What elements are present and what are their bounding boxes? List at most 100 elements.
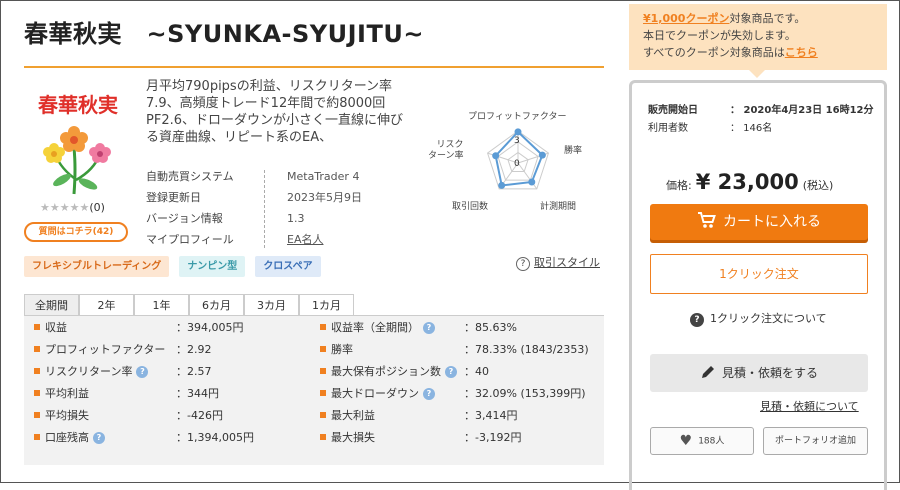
colon: ：	[464, 409, 475, 422]
help-icon[interactable]: ?	[445, 366, 457, 378]
stat-label: 収益	[34, 317, 67, 339]
stat-value-text: 32.09% (153,399円)	[475, 387, 586, 400]
rating-count: (0)	[89, 201, 105, 214]
tab-1-year[interactable]: 1年	[134, 294, 189, 316]
bullet-square-icon	[320, 434, 326, 440]
sale-start-label: 販売開始日	[648, 105, 698, 116]
rating-stars: ★★★★★(0)	[40, 201, 105, 214]
stat-value: ：3,414円	[464, 405, 518, 427]
bullet-square-icon	[320, 412, 326, 418]
colon: ：	[464, 343, 475, 356]
star-icons: ★★★★★	[40, 201, 90, 214]
colon: ：	[176, 343, 187, 356]
help-icon[interactable]: ?	[423, 322, 435, 334]
help-icon[interactable]: ?	[93, 432, 105, 444]
one-click-about-label: 1クリック注文について	[710, 312, 827, 325]
add-to-cart-button[interactable]: カートに入れる	[650, 204, 868, 240]
product-info-table: 自動売買システム MetaTrader 4 登録更新日 2023年5月9日 バージョン情…	[146, 166, 386, 250]
stat-name: 平均損失	[45, 409, 89, 422]
product-description: 月平均790pipsの利益、リスクリターン率7.9、高頻度トレード12年間で約8…	[146, 79, 403, 145]
quote-about-link[interactable]: 見積・依頼について	[760, 398, 859, 414]
help-icon[interactable]: ?	[136, 366, 149, 378]
quote-request-button[interactable]: 見積・依頼をする	[650, 354, 868, 392]
colon: ：	[464, 365, 475, 378]
tab-2-years[interactable]: 2年	[79, 294, 134, 316]
tag-cross-pair[interactable]: クロスペア	[255, 256, 321, 277]
user-count-label: 利用者数	[648, 123, 688, 134]
info-row: 自動売買システム MetaTrader 4	[146, 166, 386, 187]
info-row: マイプロフィール EA名人	[146, 229, 386, 250]
add-to-cart-label: カートに入れる	[723, 214, 821, 230]
info-row: 登録更新日 2023年5月9日	[146, 187, 386, 208]
tag-nanpin[interactable]: ナンピン型	[179, 256, 246, 277]
stat-label: 最大損失	[320, 427, 375, 449]
stat-name: 収益	[45, 321, 67, 334]
tab-1-month[interactable]: 1カ月	[299, 294, 354, 316]
colon: ：	[176, 321, 187, 334]
stat-value-text: 2.57	[187, 365, 212, 378]
question-button[interactable]: 質問はコチラ(42)	[24, 222, 128, 242]
favorite-button[interactable]: ♥ 188人	[650, 427, 754, 455]
bullet-square-icon	[34, 368, 40, 374]
stat-value-text: -426円	[187, 409, 223, 422]
stat-name: 口座残高	[45, 431, 89, 444]
stat-label: リスクリターン率?	[34, 361, 149, 383]
radar-tick-max: 3	[514, 136, 520, 146]
stat-value: ：-426円	[176, 405, 223, 427]
colon: ：	[464, 321, 475, 334]
tab-3-months[interactable]: 3カ月	[244, 294, 299, 316]
price-tax: (税込)	[802, 179, 834, 192]
stat-value-text: 78.33% (1843/2353)	[475, 343, 589, 356]
stat-name: リスクリターン率	[45, 365, 133, 378]
coupon-amount-link[interactable]: ¥1,000クーポン	[643, 12, 729, 25]
stat-value: ：394,005円	[176, 317, 244, 339]
coupon-line1: 対象商品です。	[729, 12, 806, 25]
stat-name: 勝率	[331, 343, 353, 356]
pencil-icon	[701, 365, 714, 378]
radar-tick-min: 0	[514, 159, 520, 169]
stat-name: 最大損失	[331, 431, 375, 444]
title-divider	[24, 66, 604, 68]
radar-label: プロフィットファクター	[468, 112, 567, 122]
stat-value-text: 394,005円	[187, 321, 244, 334]
radar-chart: 3 0 プロフィットファクター 勝率 計測期間 取引回数 リスク ターン率	[428, 108, 606, 220]
radar-label: 勝率	[564, 146, 583, 156]
help-circle-icon: ?	[516, 257, 530, 271]
help-icon[interactable]: ?	[423, 388, 435, 400]
product-image[interactable]: 春華秋実	[24, 88, 132, 196]
bullet-square-icon	[34, 346, 40, 352]
stat-label: 勝率	[320, 339, 353, 361]
info-value: 1.3	[287, 212, 305, 225]
product-image-title: 春華秋実	[37, 93, 118, 117]
coupon-list-link[interactable]: こちら	[785, 46, 818, 59]
coupon-line2: 本日でクーポンが失効します。	[643, 29, 796, 42]
user-count-value: ： 146名	[730, 123, 773, 134]
colon: ：	[464, 387, 475, 400]
one-click-order-button[interactable]: 1クリック注文	[650, 254, 868, 294]
stat-name: 最大保有ポジション数	[331, 365, 441, 378]
radar-point	[498, 181, 506, 189]
profile-link[interactable]: EA名人	[287, 229, 323, 250]
one-click-about-link[interactable]: ? 1クリック注文について	[690, 310, 827, 327]
stat-name: 最大利益	[331, 409, 375, 422]
stat-value: ：344円	[176, 383, 219, 405]
info-key: マイプロフィール	[146, 233, 234, 246]
help-circle-icon: ?	[690, 313, 704, 327]
trade-style-label: 取引スタイル	[534, 256, 600, 269]
stat-name: 最大ドローダウン	[331, 387, 419, 400]
info-value: MetaTrader 4	[287, 170, 360, 183]
stat-label: 最大ドローダウン?	[320, 383, 435, 405]
portfolio-add-button[interactable]: ポートフォリオ追加	[763, 427, 868, 455]
bullet-square-icon	[34, 434, 40, 440]
colon: ：	[176, 409, 187, 422]
quote-request-label: 見積・依頼をする	[721, 366, 818, 380]
stat-label: 口座残高?	[34, 427, 105, 449]
stat-value-text: 85.63%	[475, 321, 517, 334]
coupon-arrow	[749, 70, 765, 78]
tab-6-months[interactable]: 6カ月	[189, 294, 244, 316]
trade-style-link[interactable]: ? 取引スタイル	[516, 254, 600, 271]
tag-flexible-trading[interactable]: フレキシブルトレーディング	[24, 256, 170, 277]
tab-all-period[interactable]: 全期間	[24, 294, 79, 316]
coupon-banner: ¥1,000クーポン対象商品です。 本日でクーポンが失効します。 すべてのクーポ…	[629, 4, 887, 70]
bullet-square-icon	[34, 324, 40, 330]
